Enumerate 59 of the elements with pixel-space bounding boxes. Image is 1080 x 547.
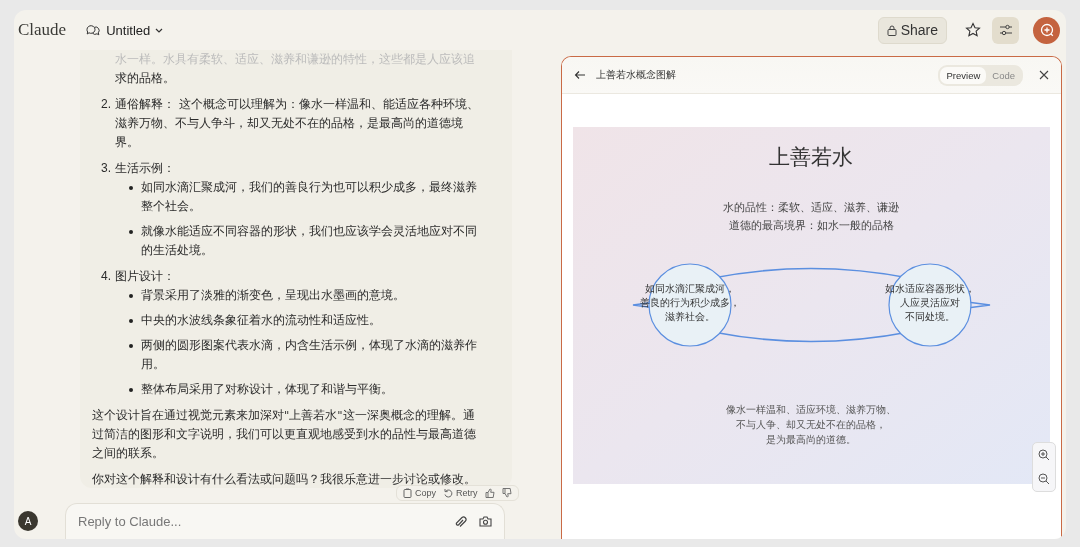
zoom-out-icon[interactable]	[1038, 473, 1050, 485]
bullet-icon	[129, 186, 133, 190]
paperclip-icon[interactable]	[455, 514, 467, 529]
bullet-text: 就像水能适应不同容器的形状，我们也应该学会灵活地应对不同的生活处境。	[141, 223, 478, 259]
app-logo[interactable]: Claude	[18, 20, 67, 40]
bullet-icon	[129, 344, 133, 348]
bullet-icon	[129, 388, 133, 392]
bullet-icon	[129, 230, 133, 234]
list-item-text: 图片设计：	[115, 268, 176, 285]
bullet-text: 整体布局采用了对称设计，体现了和谐与平衡。	[141, 381, 393, 398]
picture-heading: 上善若水	[769, 145, 853, 169]
search-plus-icon	[1039, 23, 1054, 37]
footer-line: 是为最高尚的道德。	[766, 434, 856, 445]
footer-line: 像水一样温和、适应环境、滋养万物、	[726, 404, 896, 415]
chat-bubbles-icon	[86, 23, 101, 37]
lock-icon	[886, 24, 897, 36]
list-number: 4.	[100, 268, 112, 285]
bullet-text: 两侧的圆形图案代表水滴，内含生活示例，体现了水滴的滋养作用。	[141, 337, 478, 373]
settings-button[interactable]	[992, 16, 1019, 44]
message-paragraph: 你对这个解释和设计有什么看法或问题吗？我很乐意进一步讨论或修改。	[92, 471, 477, 488]
list-item-text: 生活示例：	[115, 160, 176, 177]
circle-text: 滋养社会。	[665, 311, 715, 322]
view-tab[interactable]: Preview	[940, 66, 987, 84]
reply-box[interactable]: Reply to Claude...	[65, 503, 505, 539]
thumbs-up-icon[interactable]	[484, 488, 495, 498]
reply-input-field[interactable]: Reply to Claude...	[78, 514, 443, 529]
bullet-icon	[129, 319, 133, 323]
bullet-text: 如同水滴汇聚成河，我们的善良行为也可以积少成多，最终滋养整个社会。	[141, 179, 478, 215]
circle-text: 不同处境。	[905, 311, 955, 322]
caret-icon	[155, 27, 164, 33]
circle-text: 人应灵活应对	[900, 297, 960, 308]
list-number: 3.	[100, 160, 112, 177]
footer-line: 不与人争、却又无处不在的品格，	[736, 419, 886, 430]
thumbs-down-icon[interactable]	[501, 488, 512, 498]
share-button[interactable]: Share	[877, 16, 947, 44]
settings-icon	[998, 24, 1013, 36]
list-number: 2.	[100, 96, 112, 113]
message-paragraph: 这个设计旨在通过视觉元素来加深对"上善若水"这一深奥概念的理解。通过简洁的图形和文字说明，我们可以更直观地感受到水的品性与最高道德之间的联系。	[92, 407, 477, 462]
retry-button[interactable]: Retry	[443, 488, 478, 498]
circle-text: 如水适应容器形状，	[885, 283, 975, 294]
zoom-in-icon[interactable]	[1038, 449, 1050, 461]
list-item-text: 通俗解释： 这个概念可以理解为：像水一样温和、能适应各种环境、滋养万物、不与人争斗，却又无处不在的品格，是最高尚的道德境界。	[115, 96, 480, 151]
copy-icon	[403, 488, 412, 498]
subtitle-line: 水的品性：柔软、适应、滋养、谦逊	[723, 201, 899, 213]
circle-text: 善良的行为积少成多，	[640, 297, 740, 308]
back-arrow-icon[interactable]	[574, 70, 586, 80]
user-avatar[interactable]: A	[18, 511, 38, 531]
retry-icon	[443, 488, 453, 498]
camera-icon[interactable]	[479, 516, 492, 527]
subtitle-line: 道德的最高境界：如水一般的品格	[728, 219, 894, 231]
close-icon[interactable]	[1039, 70, 1049, 80]
bullet-text: 背景采用了淡雅的渐变色，呈现出水墨画的意境。	[141, 287, 405, 304]
bullet-text: 中央的水波线条象征着水的流动性和适应性。	[141, 312, 381, 329]
chat-title-dropdown[interactable]: Untitled	[106, 22, 164, 38]
bullet-icon	[129, 294, 133, 298]
artifact-title: 上善若水概念图解	[596, 68, 676, 82]
new-chat-button[interactable]	[1033, 16, 1060, 44]
star-icon	[964, 22, 981, 38]
copy-button[interactable]: Copy	[403, 488, 436, 498]
